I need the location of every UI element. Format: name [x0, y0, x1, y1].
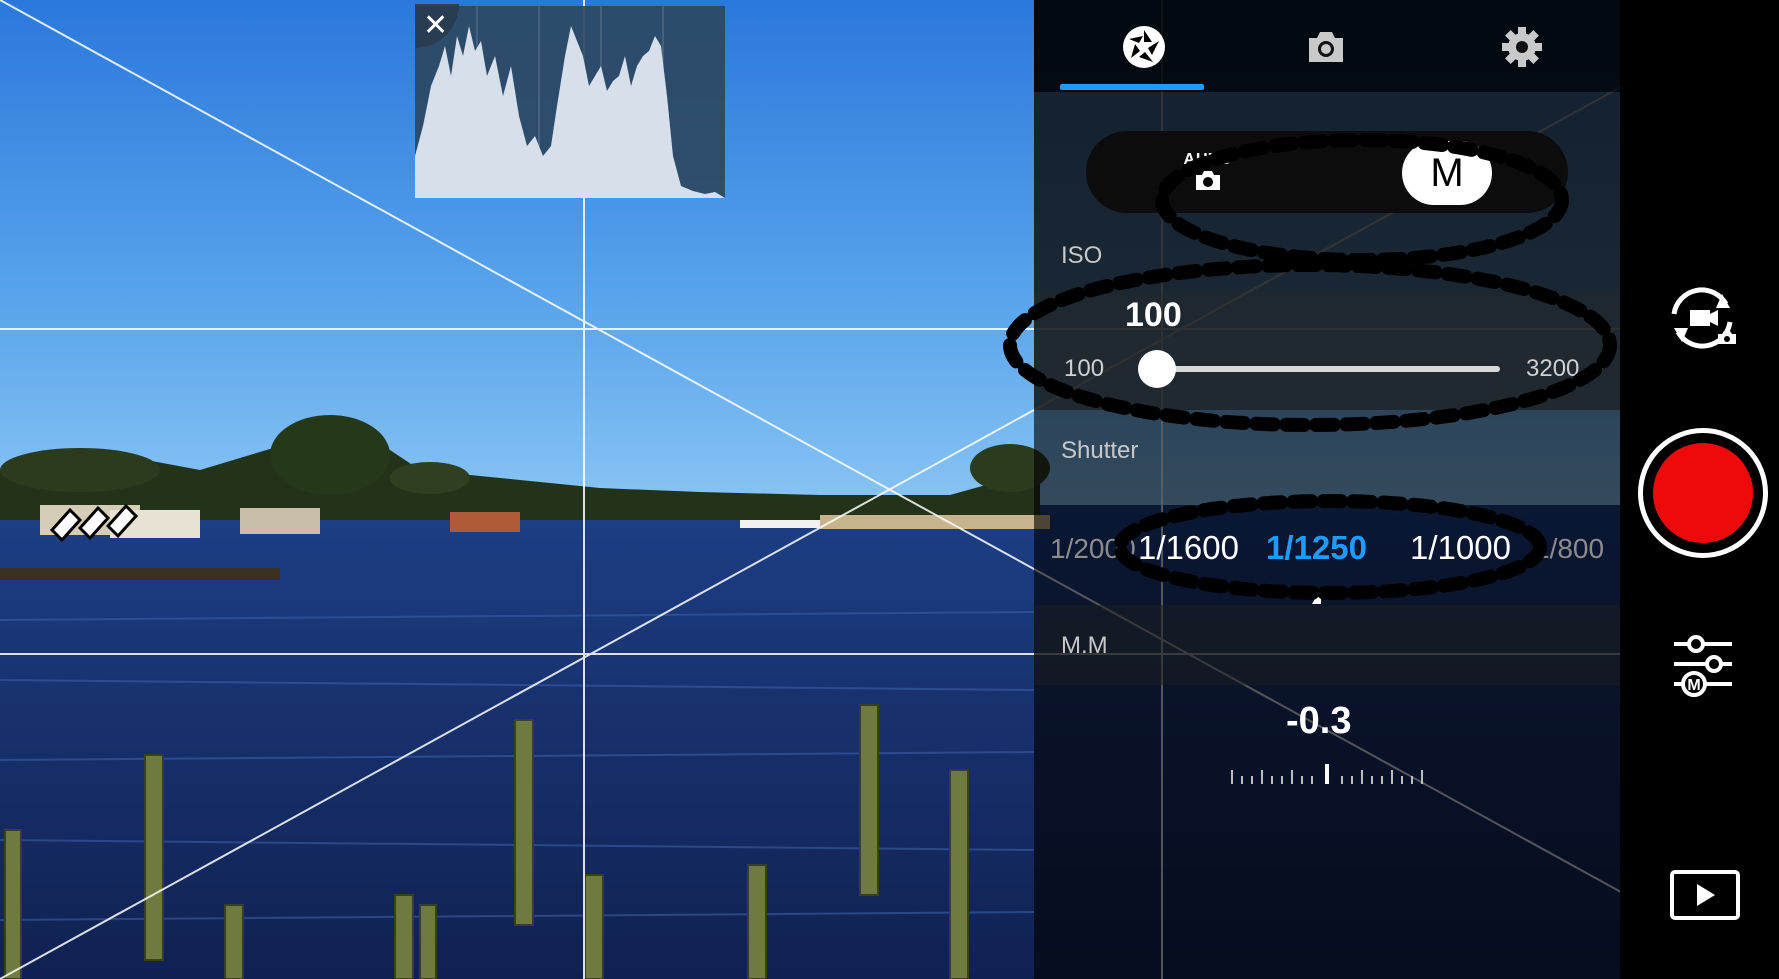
- camera-icon: [1196, 171, 1220, 190]
- shutter-label: Shutter: [1061, 437, 1139, 464]
- iso-label: ISO: [1061, 242, 1103, 269]
- sliders-m-icon: M: [1674, 635, 1732, 697]
- svg-text:M: M: [1687, 677, 1700, 694]
- record-indicator: [1653, 443, 1753, 543]
- exposure-row-bg: [1034, 605, 1620, 685]
- mode-manual-button[interactable]: M: [1402, 141, 1492, 205]
- active-tab-indicator: [1060, 84, 1204, 90]
- iso-max-label: 3200: [1526, 355, 1580, 382]
- play-icon: [1670, 870, 1740, 920]
- shutter-option[interactable]: 1/800: [1534, 533, 1620, 565]
- exposure-value: -0.3: [1286, 700, 1352, 742]
- manual-settings-button[interactable]: M: [1672, 632, 1734, 703]
- histogram: [415, 6, 725, 198]
- switch-camera-video-icon: [1671, 287, 1736, 349]
- mode-toggle[interactable]: [1086, 131, 1568, 213]
- tab-settings[interactable]: [1472, 18, 1572, 78]
- shutter-option[interactable]: 1/1600: [1138, 529, 1239, 567]
- aperture-icon: [1123, 26, 1165, 68]
- switch-camera-video-button[interactable]: [1664, 286, 1742, 355]
- shutter-option[interactable]: 1/2000: [1050, 533, 1136, 565]
- exposure-scale[interactable]: [1230, 756, 1430, 786]
- iso-slider-thumb[interactable]: [1138, 350, 1176, 388]
- iso-row-bg: [1034, 292, 1620, 410]
- camera-icon: [1309, 32, 1343, 62]
- record-button[interactable]: [1638, 428, 1768, 558]
- iso-slider-track[interactable]: [1158, 366, 1500, 372]
- iso-value: 100: [1125, 296, 1182, 334]
- shutter-option-selected[interactable]: 1/1250: [1266, 529, 1367, 567]
- exposure-label: M.M: [1061, 632, 1108, 659]
- mode-auto-button[interactable]: AUTO: [1180, 151, 1236, 203]
- playback-button[interactable]: [1670, 870, 1740, 925]
- tab-camera[interactable]: [1276, 18, 1376, 78]
- gear-icon: [1502, 27, 1542, 67]
- shutter-option[interactable]: 1/1000: [1410, 529, 1511, 567]
- shutter-selection-marker: [1312, 588, 1321, 604]
- iso-min-label: 100: [1064, 355, 1105, 382]
- panel-tabs: [1034, 0, 1620, 92]
- tab-exposure[interactable]: [1094, 18, 1194, 78]
- mode-auto-label: AUTO: [1183, 151, 1233, 168]
- close-icon: ✕: [423, 9, 449, 42]
